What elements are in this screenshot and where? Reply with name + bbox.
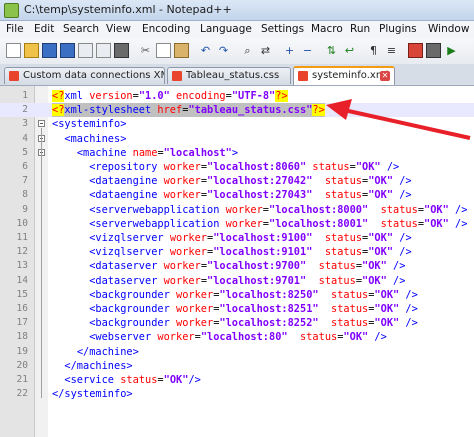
new-file-icon[interactable] [6, 43, 21, 58]
file-modified-icon [172, 71, 182, 81]
zoom-in-icon[interactable]: + [282, 43, 297, 58]
menu-language[interactable]: Language [200, 23, 252, 35]
annotation-arrow [326, 99, 471, 140]
indent-guide-icon[interactable]: ≡ [384, 43, 399, 58]
menu-settings[interactable]: Settings [261, 23, 304, 35]
menu-macro[interactable]: Macro [311, 23, 343, 35]
menu-plugins[interactable]: Plugins [379, 23, 417, 35]
sync-scroll-icon[interactable]: ⇅ [324, 43, 339, 58]
show-all-chars-icon[interactable]: ¶ [366, 43, 381, 58]
tab-label: systeminfo.xml [312, 70, 389, 81]
window-title: C:\temp\systeminfo.xml - Notepad++ [24, 3, 232, 16]
tab-tableau-status-css[interactable]: Tableau_status.css [167, 67, 291, 84]
paste-icon[interactable] [174, 43, 189, 58]
arrow-shaft [343, 108, 471, 140]
menu-run[interactable]: Run [350, 23, 370, 35]
file-modified-icon [298, 71, 308, 81]
copy-icon[interactable] [156, 43, 171, 58]
menu-encoding[interactable]: Encoding [142, 23, 190, 35]
close-tab-icon[interactable]: ✕ [380, 71, 390, 81]
notepad-plus-plus-icon [4, 3, 19, 18]
tab-label: Custom data connections XML.txt [23, 70, 164, 81]
redo-icon[interactable]: ↷ [216, 43, 231, 58]
menu-file[interactable]: File [6, 23, 24, 35]
close-all-icon[interactable] [96, 43, 111, 58]
tab-custom-data-connections[interactable]: Custom data connections XML.txt [4, 67, 165, 84]
arrow-head [326, 99, 352, 120]
close-file-icon[interactable] [78, 43, 93, 58]
save-all-icon[interactable] [60, 43, 75, 58]
save-icon[interactable] [42, 43, 57, 58]
tab-systeminfo-xml[interactable]: systeminfo.xml ✕ [293, 66, 395, 85]
open-file-icon[interactable] [24, 43, 39, 58]
cut-icon[interactable]: ✂ [138, 43, 153, 58]
tab-label: Tableau_status.css [186, 70, 280, 81]
menu-view[interactable]: View [106, 23, 131, 35]
word-wrap-icon[interactable]: ↩ [342, 43, 357, 58]
zoom-out-icon[interactable]: − [300, 43, 315, 58]
file-modified-icon [9, 71, 19, 81]
find-icon[interactable]: ⌕ [240, 43, 255, 58]
record-macro-icon[interactable] [408, 43, 423, 58]
menu-bar: File Edit Search View Encoding Language … [0, 21, 474, 39]
undo-icon[interactable]: ↶ [198, 43, 213, 58]
play-macro-icon[interactable]: ▶ [444, 43, 459, 58]
toolbar: ✂ ↶ ↷ ⌕ ⇄ + − ⇅ ↩ ¶ ≡ ▶ [0, 38, 474, 65]
tab-bar: Custom data connections XML.txt Tableau_… [0, 64, 474, 86]
code-editor[interactable]: 1 <?xml version="1.0" encoding="UTF-8"?> 2… [0, 86, 474, 437]
replace-icon[interactable]: ⇄ [258, 43, 273, 58]
menu-edit[interactable]: Edit [34, 23, 54, 35]
print-icon[interactable] [114, 43, 129, 58]
stop-macro-icon[interactable] [426, 43, 441, 58]
title-bar: C:\temp\systeminfo.xml - Notepad++ [0, 0, 474, 21]
menu-window[interactable]: Window [428, 23, 469, 35]
menu-search[interactable]: Search [63, 23, 99, 35]
